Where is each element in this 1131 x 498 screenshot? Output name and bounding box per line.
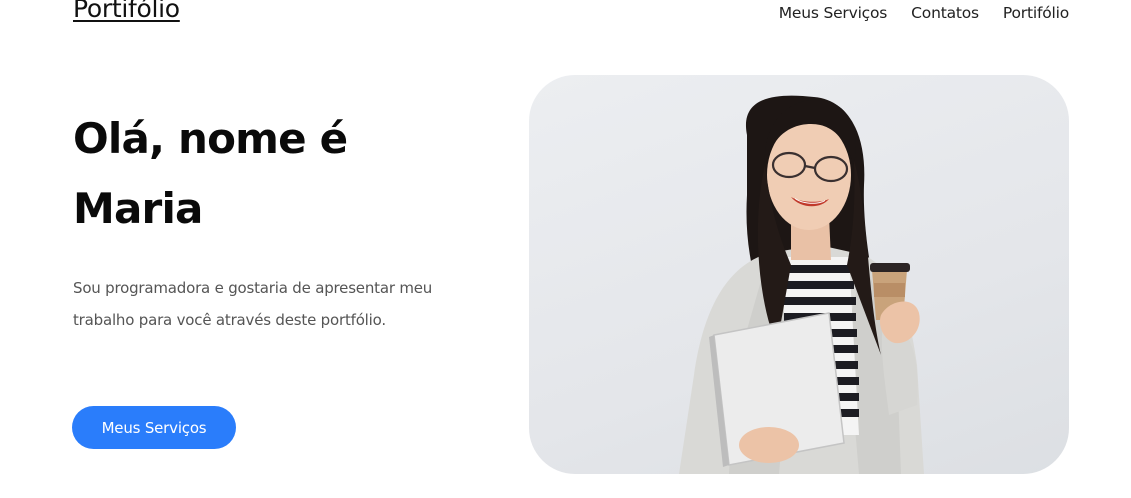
logo-link[interactable]: Portifólio <box>73 0 180 23</box>
hero-description: Sou programadora e gostaria de apresenta… <box>73 272 493 336</box>
portrait-illustration <box>679 95 924 474</box>
navbar: Portifólio Meus Serviços Contatos Portif… <box>0 0 1131 40</box>
nav-link-portfolio[interactable]: Portifólio <box>1003 4 1069 22</box>
services-cta-button[interactable]: Meus Serviços <box>72 406 236 449</box>
nav-link-contacts[interactable]: Contatos <box>911 4 979 22</box>
hero-description-line2: trabalho para você através deste portfól… <box>73 311 386 329</box>
nav-menu: Meus Serviços Contatos Portifólio <box>779 4 1069 22</box>
hero-photo <box>529 75 1069 474</box>
hero-title-line2: Maria <box>73 184 203 233</box>
hero-title: Olá, nome é Maria <box>73 104 493 244</box>
nav-link-services[interactable]: Meus Serviços <box>779 4 888 22</box>
hero-description-line1: Sou programadora e gostaria de apresenta… <box>73 279 433 297</box>
hero-title-line1: Olá, nome é <box>73 114 348 163</box>
